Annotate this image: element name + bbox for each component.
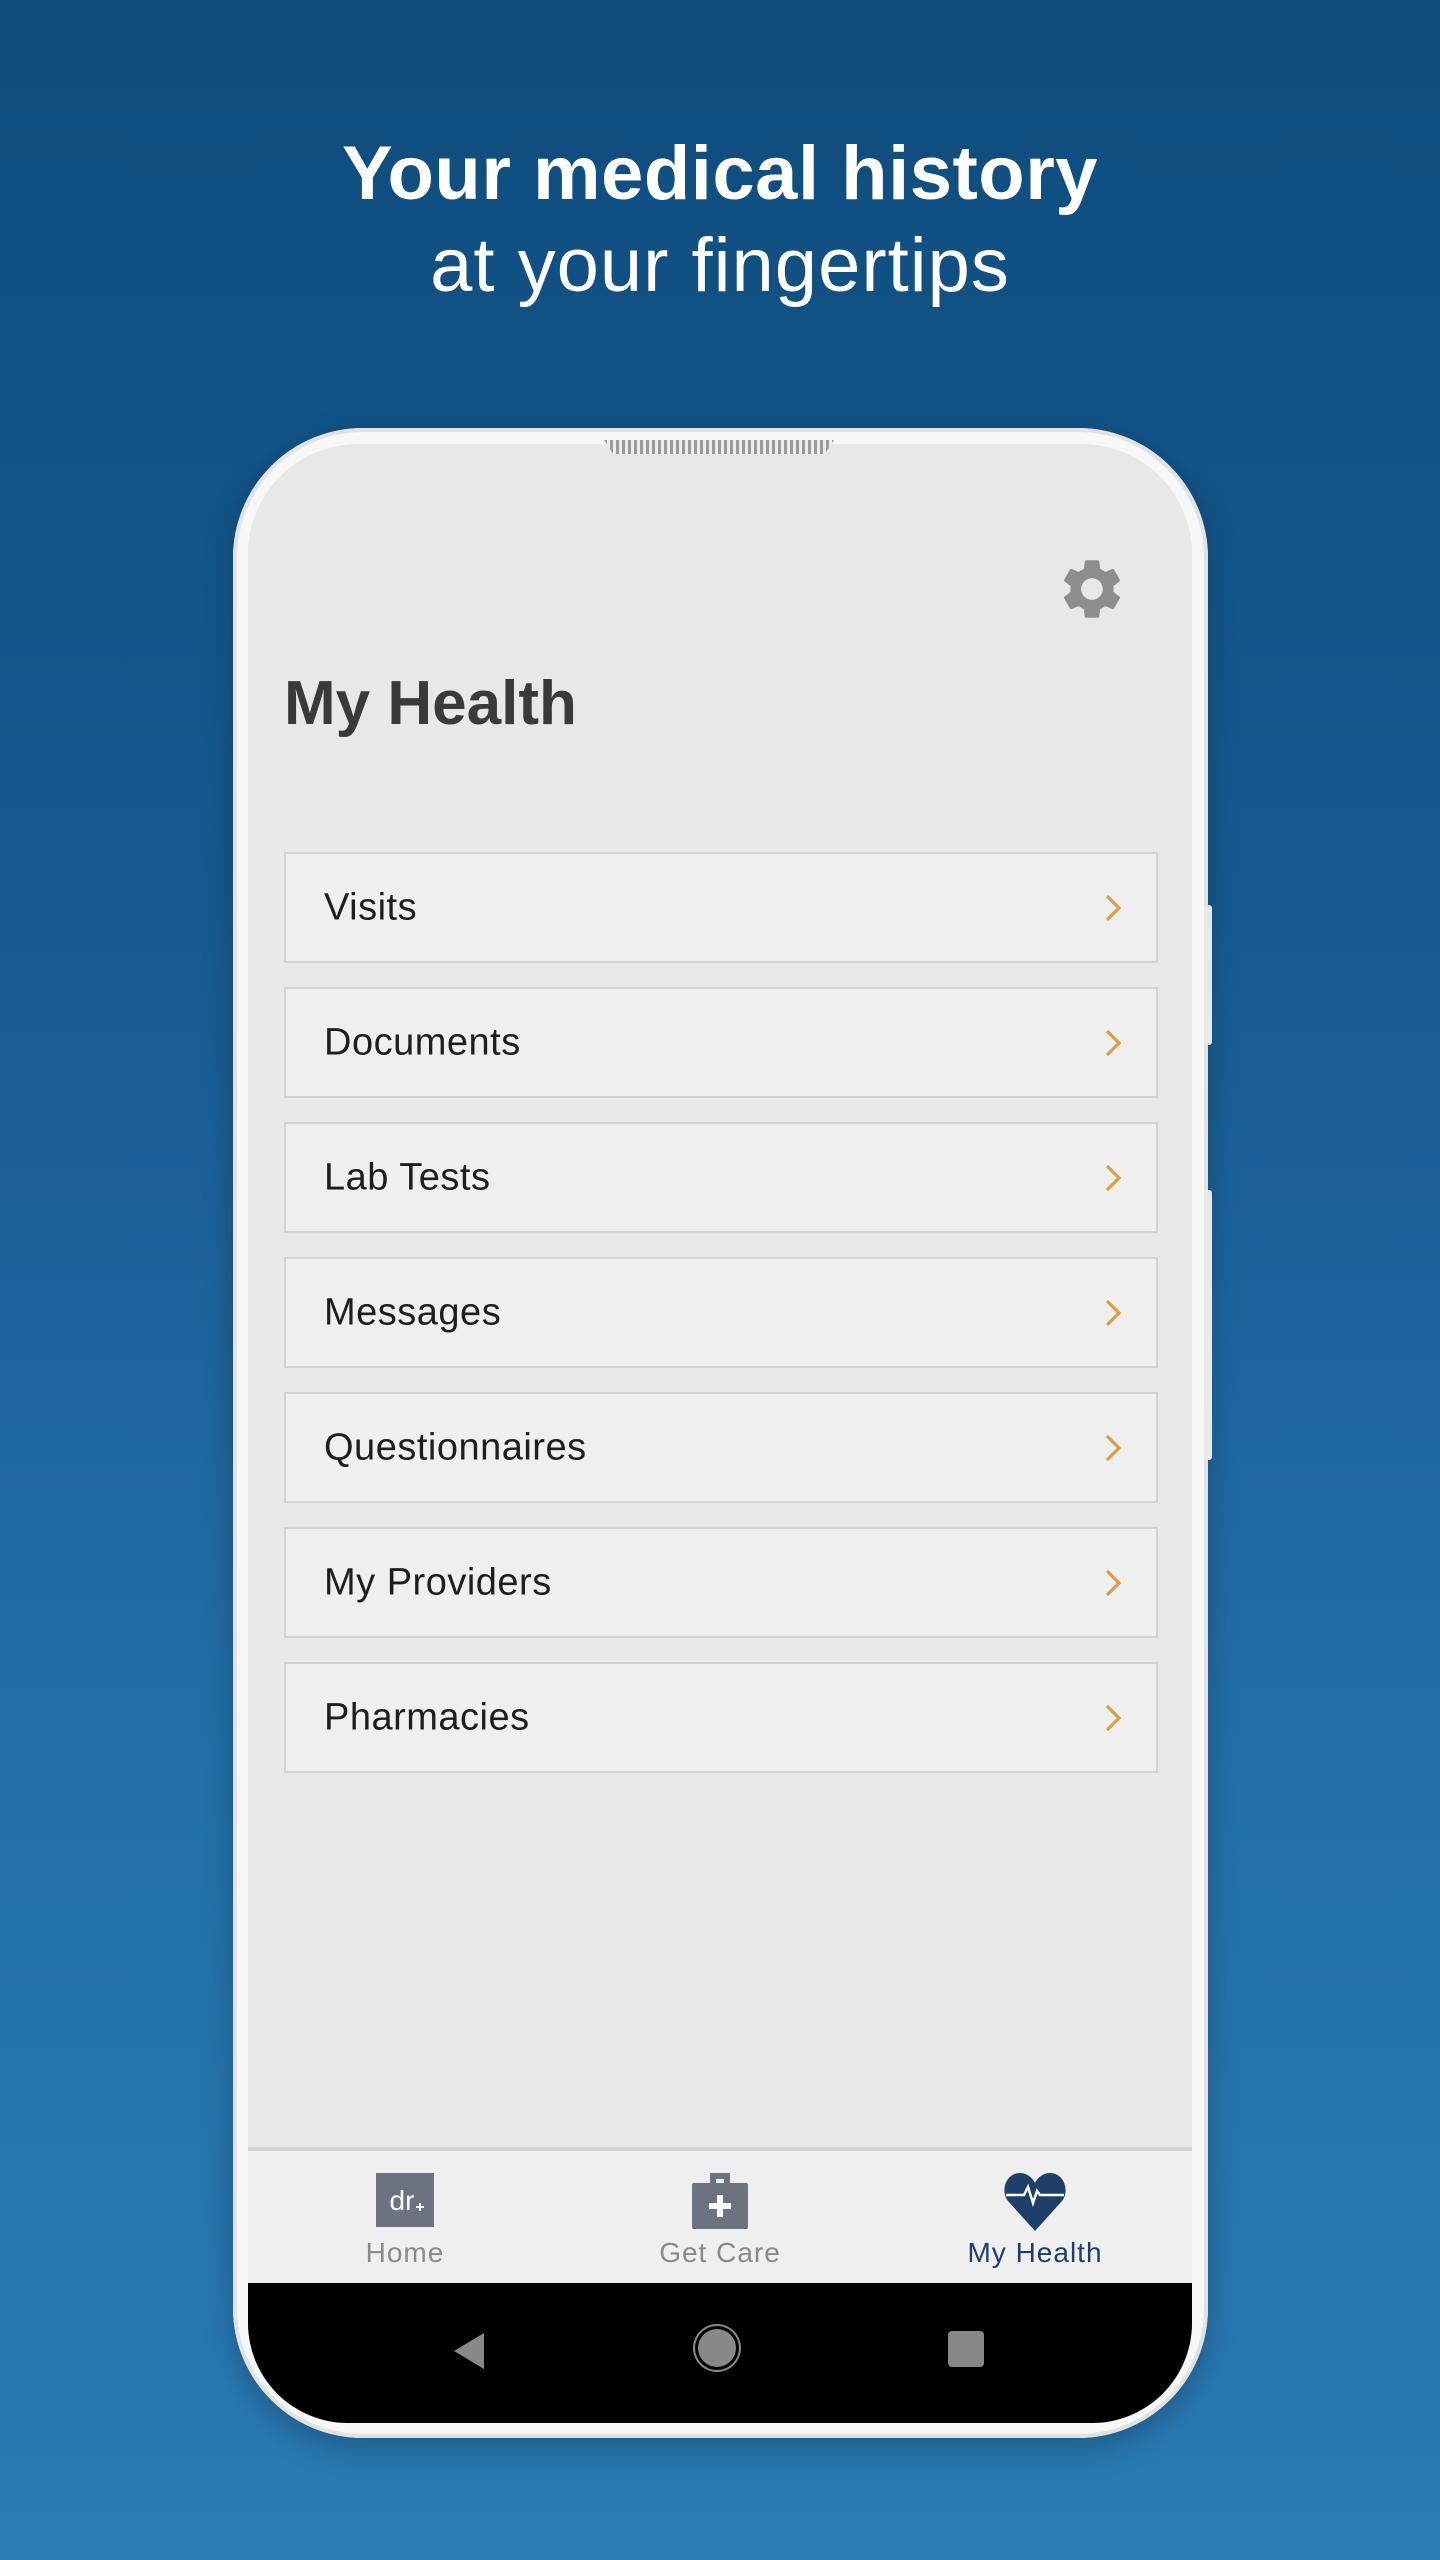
chevron-right-icon (1105, 1164, 1122, 1191)
tab-label: Get Care (659, 2237, 781, 2268)
health-menu-list: Visits Documents Lab Tests Messages Ques… (284, 852, 1158, 1797)
menu-item-pharmacies[interactable]: Pharmacies (284, 1662, 1158, 1773)
phone-side-button (1204, 905, 1212, 1045)
phone-speaker (604, 440, 834, 454)
tab-get-care[interactable]: Get Care (563, 2151, 877, 2287)
chevron-right-icon (1105, 1434, 1122, 1461)
menu-item-label: Documents (324, 1021, 521, 1063)
menu-item-label: My Providers (324, 1561, 552, 1603)
home-circle-icon[interactable] (698, 2329, 736, 2367)
chevron-right-icon (1105, 1299, 1122, 1326)
recents-square-icon[interactable] (948, 2331, 984, 2367)
tab-label: My Health (967, 2237, 1103, 2268)
tab-label: Home (365, 2237, 445, 2268)
promo-headline: Your medical history (341, 131, 1099, 216)
bottom-nav: dr Home Get Care My Health (248, 2147, 1192, 2287)
gear-icon[interactable] (1056, 553, 1128, 625)
medical-kit-icon (692, 2173, 748, 2229)
menu-item-lab-tests[interactable]: Lab Tests (284, 1122, 1158, 1233)
phone-side-button (1204, 1190, 1212, 1460)
menu-item-messages[interactable]: Messages (284, 1257, 1158, 1368)
heart-pulse-icon (1004, 2173, 1066, 2231)
tab-my-health[interactable]: My Health (878, 2151, 1192, 2287)
menu-item-label: Lab Tests (324, 1156, 491, 1198)
menu-item-label: Visits (324, 886, 418, 928)
menu-item-questionnaires[interactable]: Questionnaires (284, 1392, 1158, 1503)
back-icon[interactable] (454, 2333, 484, 2369)
chevron-right-icon (1105, 1029, 1122, 1056)
system-nav-bar (248, 2283, 1192, 2423)
menu-item-label: Pharmacies (324, 1696, 530, 1738)
chevron-right-icon (1105, 894, 1122, 921)
menu-item-label: Questionnaires (324, 1426, 587, 1468)
menu-item-my-providers[interactable]: My Providers (284, 1527, 1158, 1638)
menu-item-documents[interactable]: Documents (284, 987, 1158, 1098)
chevron-right-icon (1105, 1704, 1122, 1731)
dr-logo-icon: dr (376, 2173, 434, 2227)
menu-item-visits[interactable]: Visits (284, 852, 1158, 963)
promo-subheadline: at your fingertips (430, 223, 1010, 308)
chevron-right-icon (1105, 1569, 1122, 1596)
menu-item-label: Messages (324, 1291, 502, 1333)
dr-logo-text: dr (390, 2185, 415, 2216)
tab-home[interactable]: dr Home (248, 2151, 562, 2287)
page-title: My Health (284, 669, 577, 738)
